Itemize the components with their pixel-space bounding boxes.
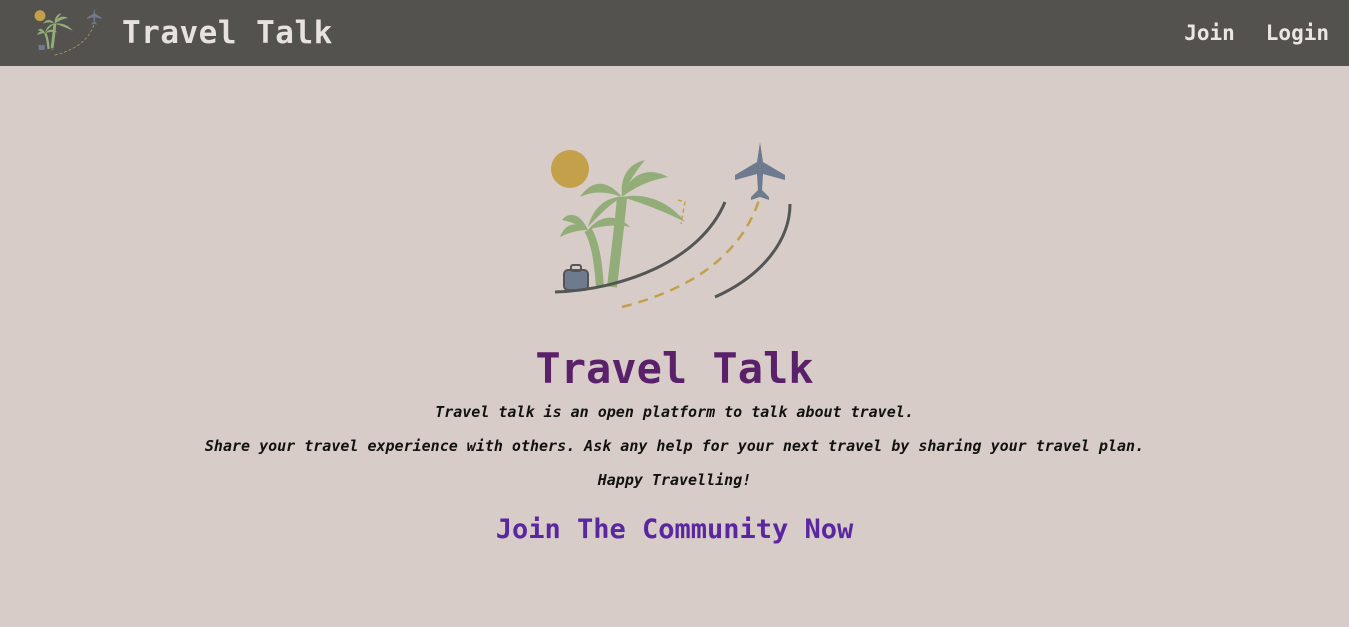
hero-line-1: Travel talk is an open platform to talk … — [435, 403, 914, 421]
join-link[interactable]: Join — [1184, 21, 1235, 45]
nav-links: Join Login — [1153, 0, 1329, 66]
travel-logo-icon — [34, 8, 104, 56]
login-link[interactable]: Login — [1266, 21, 1329, 45]
hero-title: Travel Talk — [535, 344, 814, 393]
hero-line-3: Happy Travelling! — [597, 471, 752, 489]
brand-link[interactable]: Travel Talk — [32, 8, 333, 58]
hero-section: Travel Talk Travel talk is an open platf… — [0, 66, 1349, 545]
travel-logo-icon — [550, 142, 791, 309]
hero-line-2: Share your travel experience with others… — [204, 437, 1145, 455]
navbar: Travel Talk Join Login — [0, 0, 1349, 66]
join-community-button[interactable]: Join The Community Now — [496, 514, 854, 545]
brand-title: Travel Talk — [122, 15, 333, 51]
